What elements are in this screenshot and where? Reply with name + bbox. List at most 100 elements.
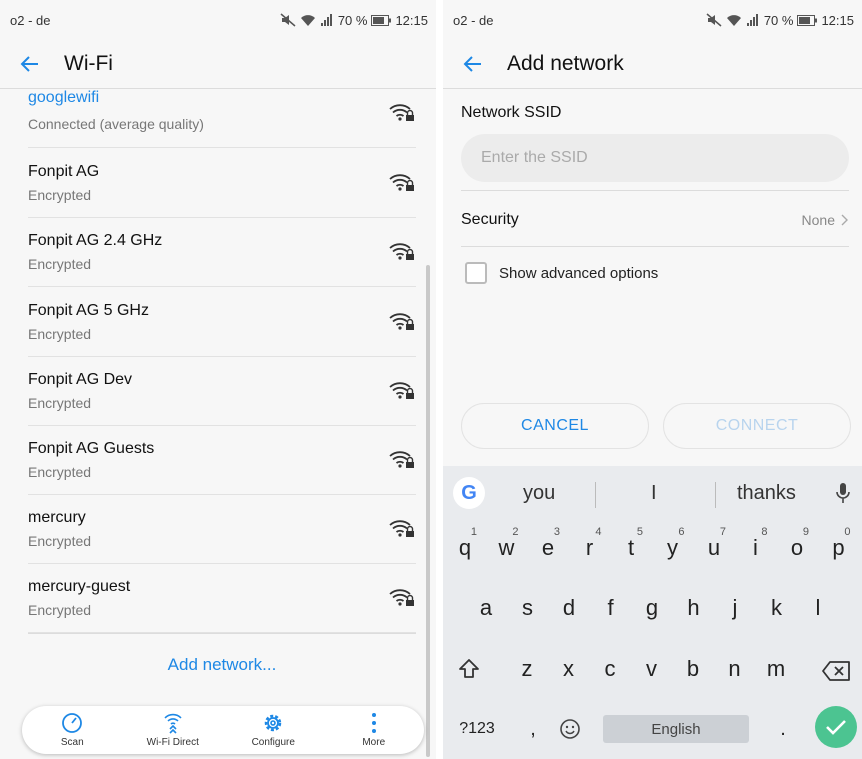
advanced-options-checkbox[interactable]: [465, 262, 487, 284]
key-n[interactable]: n: [715, 645, 755, 693]
add-network-screen: o2 - de 70 % 12:15 Add network Network S…: [443, 0, 862, 759]
key-o[interactable]: o9: [777, 524, 817, 572]
advanced-options-label: Show advanced options: [499, 264, 659, 282]
row-divider: [28, 147, 416, 148]
symbols-key[interactable]: ?123: [455, 714, 499, 744]
wifi-lock-icon: [388, 101, 416, 123]
key-h[interactable]: h: [674, 584, 714, 632]
configure-button[interactable]: Configure: [223, 706, 324, 754]
key-letter: m: [766, 656, 786, 681]
key-a[interactable]: a: [466, 584, 506, 632]
shift-icon[interactable]: [457, 657, 481, 681]
key-i[interactable]: i8: [736, 524, 776, 572]
mic-icon[interactable]: [835, 482, 851, 506]
battery-icon: [797, 14, 818, 26]
key-letter: h: [687, 595, 700, 620]
scrollbar[interactable]: [426, 265, 430, 757]
backspace-icon[interactable]: [821, 660, 851, 682]
key-v[interactable]: v: [632, 645, 672, 693]
key-letter: v: [646, 656, 657, 681]
wifi-network-item[interactable]: Fonpit AG Encrypted: [0, 149, 416, 218]
key-g[interactable]: g: [632, 584, 672, 632]
battery-icon: [371, 14, 392, 26]
network-status: Encrypted: [28, 395, 92, 411]
key-letter: z: [521, 656, 533, 681]
key-letter: t: [627, 535, 635, 560]
key-w[interactable]: w2: [487, 524, 527, 572]
key-d[interactable]: d: [549, 584, 589, 632]
key-p[interactable]: p0: [819, 524, 859, 572]
connect-button[interactable]: CONNECT: [663, 403, 851, 449]
emoji-icon[interactable]: [559, 718, 581, 740]
comma-key[interactable]: ,: [521, 714, 545, 744]
key-letter: p: [832, 535, 845, 560]
wifi-network-item[interactable]: Fonpit AG Dev Encrypted: [0, 357, 416, 426]
key-letter: i: [753, 535, 758, 560]
key-letter: r: [585, 535, 594, 560]
network-name: mercury-guest: [28, 578, 131, 595]
carrier-label: o2 - de: [453, 12, 494, 28]
scan-button[interactable]: Scan: [22, 706, 123, 754]
app-bar: Add network: [443, 40, 862, 88]
key-letter: c: [604, 656, 616, 681]
ssid-label: Network SSID: [461, 104, 562, 121]
network-status: Encrypted: [28, 187, 92, 203]
key-z[interactable]: z: [507, 645, 547, 693]
key-b[interactable]: b: [673, 645, 713, 693]
key-s[interactable]: s: [508, 584, 548, 632]
mute-icon: [706, 13, 722, 27]
key-letter: n: [728, 656, 741, 681]
battery-percent: 70 %: [337, 12, 368, 28]
key-l[interactable]: l: [798, 584, 838, 632]
key-letter: f: [607, 595, 614, 620]
wifi-network-item[interactable]: Fonpit AG 5 GHz Encrypted: [0, 288, 416, 357]
page-title: Add network: [507, 52, 624, 75]
suggestion-thanks[interactable]: thanks: [737, 482, 796, 505]
key-f[interactable]: f: [591, 584, 631, 632]
network-name: Fonpit AG: [28, 163, 100, 180]
key-x[interactable]: x: [549, 645, 589, 693]
gear-icon: [265, 714, 282, 732]
key-t[interactable]: t5: [611, 524, 651, 572]
key-c[interactable]: c: [590, 645, 630, 693]
security-row[interactable]: Security None: [461, 196, 849, 244]
network-status: Encrypted: [28, 326, 92, 342]
key-letter: d: [562, 595, 576, 620]
back-arrow-icon[interactable]: [18, 52, 42, 76]
scan-label: Scan: [60, 737, 84, 748]
key-m[interactable]: m: [756, 645, 796, 693]
key-k[interactable]: k: [757, 584, 797, 632]
add-network-link[interactable]: Add network...: [0, 655, 436, 675]
cancel-button[interactable]: CANCEL: [461, 403, 649, 449]
space-key[interactable]: English: [603, 715, 749, 743]
signal-icon: [746, 14, 758, 26]
key-number-hint: 1: [470, 526, 477, 538]
key-number-hint: 2: [512, 526, 519, 538]
key-u[interactable]: u7: [694, 524, 734, 572]
suggestion-you[interactable]: you: [523, 482, 555, 505]
wifi-direct-button[interactable]: Wi-Fi Direct: [123, 706, 224, 754]
advanced-options-row[interactable]: Show advanced options: [465, 262, 658, 284]
wifi-network-item[interactable]: mercury Encrypted: [0, 495, 416, 564]
key-letter: e: [541, 535, 555, 560]
wifi-lock-icon: [388, 310, 416, 332]
key-y[interactable]: y6: [653, 524, 693, 572]
key-r[interactable]: r4: [570, 524, 610, 572]
enter-key[interactable]: [815, 706, 857, 748]
row-divider: [28, 286, 416, 287]
key-e[interactable]: e3: [528, 524, 568, 572]
key-j[interactable]: j: [715, 584, 755, 632]
google-g-icon[interactable]: G: [453, 477, 485, 509]
more-button[interactable]: More: [324, 706, 425, 754]
wifi-network-item[interactable]: googlewifi Connected (average quality): [0, 89, 416, 148]
key-q[interactable]: q1: [445, 524, 485, 572]
ssid-input[interactable]: [461, 134, 849, 182]
wifi-network-item[interactable]: Fonpit AG Guests Encrypted: [0, 426, 416, 495]
wifi-network-item[interactable]: mercury-guest Encrypted: [0, 564, 416, 633]
security-divider: [461, 246, 849, 247]
suggestion-i[interactable]: I: [651, 482, 657, 505]
wifi-network-item[interactable]: Fonpit AG 2.4 GHz Encrypted: [0, 218, 416, 287]
back-arrow-icon[interactable]: [461, 52, 485, 76]
period-key[interactable]: .: [771, 714, 795, 744]
network-status: Encrypted: [28, 533, 92, 549]
